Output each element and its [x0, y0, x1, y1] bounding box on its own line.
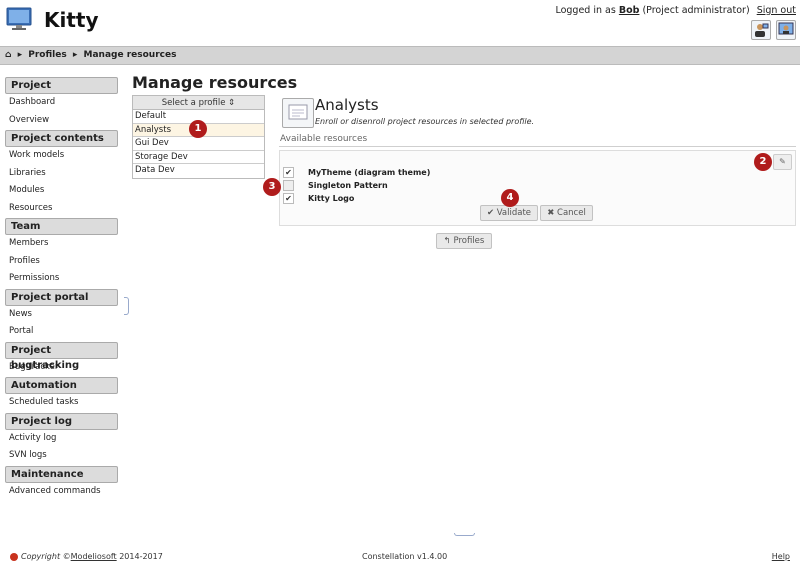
profiles-back-button[interactable]: ↰ Profiles: [436, 233, 492, 249]
validate-button[interactable]: ✔ Validate: [480, 205, 538, 221]
profile-item-storage-dev[interactable]: Storage Dev: [133, 151, 264, 165]
back-arrow-icon: ↰: [443, 236, 451, 246]
profile-description: Enroll or disenroll project resources in…: [315, 117, 535, 126]
sidebar-section-team[interactable]: Team: [5, 218, 118, 235]
sidebar-item-permissions[interactable]: Permissions: [5, 270, 118, 288]
sort-icon: ⇕: [228, 98, 236, 108]
page-title: Manage resources: [132, 73, 298, 92]
sidebar-item-activity-log[interactable]: Activity log: [5, 430, 118, 448]
cancel-button[interactable]: ✖ Cancel: [540, 205, 593, 221]
breadcrumb-profiles[interactable]: Profiles: [28, 50, 66, 60]
pencil-icon: ✎: [779, 157, 786, 166]
company-link[interactable]: Modeliosoft: [71, 552, 117, 561]
profile-item-gui-dev[interactable]: Gui Dev: [133, 137, 264, 151]
breadcrumb-separator: ▸: [17, 50, 23, 60]
sidebar-item-work-models[interactable]: Work models: [5, 147, 118, 165]
sidebar-section-automation[interactable]: Automation: [5, 377, 118, 394]
edit-button[interactable]: ✎: [773, 154, 792, 170]
step-marker-2: 2: [754, 153, 772, 171]
step-marker-3: 3: [263, 178, 281, 196]
available-resources-label: Available resources: [280, 134, 368, 144]
sidebar-section-project-bugtracking[interactable]: Project bugtracking: [5, 341, 118, 371]
profile-select-header[interactable]: Select a profile ⇕: [133, 96, 264, 110]
sidebar-item-dashboard[interactable]: Dashboard: [5, 94, 118, 112]
home-icon[interactable]: ⌂: [5, 50, 11, 60]
user-profile-button[interactable]: [776, 20, 796, 40]
sidebar-item-svn-logs[interactable]: SVN logs: [5, 447, 118, 465]
sidebar-section-project[interactable]: Project: [5, 77, 118, 94]
profile-icon: [282, 98, 314, 128]
footer: Copyright ©Modeliosoft 2014-2017 Constel…: [0, 551, 800, 564]
version-label: Constellation v1.4.00: [362, 552, 448, 561]
sidebar-item-news[interactable]: News: [5, 306, 118, 324]
step-marker-4: 4: [501, 189, 519, 207]
breadcrumb-separator: ▸: [72, 50, 78, 60]
resource-label: MyTheme (diagram theme): [308, 168, 431, 177]
divider: [279, 146, 796, 147]
sign-out-link[interactable]: Sign out: [757, 5, 796, 16]
user-name-link[interactable]: Bob: [619, 5, 640, 16]
sidebar-item-modules[interactable]: Modules: [5, 182, 118, 200]
user-role: (Project administrator): [642, 5, 750, 16]
sidebar-section-project-portal[interactable]: Project portal: [5, 288, 118, 306]
breadcrumb-current: Manage resources: [83, 50, 177, 60]
sidebar-item-scheduled-tasks[interactable]: Scheduled tasks: [5, 394, 118, 412]
close-icon: ✖: [547, 208, 555, 218]
check-icon: ✔: [486, 208, 495, 218]
profile-name: Analysts: [315, 96, 379, 114]
sidebar-section-maintenance[interactable]: Maintenance: [5, 465, 118, 483]
sidebar-item-resources[interactable]: Resources: [5, 200, 118, 218]
user-settings-button[interactable]: [751, 20, 771, 40]
step-marker-1: 1: [189, 120, 207, 138]
sidebar-item-portal[interactable]: Portal: [5, 323, 118, 341]
bottom-panel-handle[interactable]: [454, 533, 475, 536]
sidebar: Project Dashboard Overview Project conte…: [5, 76, 118, 500]
copyright: Copyright ©Modeliosoft 2014-2017: [21, 552, 163, 561]
profile-item-data-dev[interactable]: Data Dev: [133, 164, 264, 178]
sidebar-item-overview[interactable]: Overview: [5, 112, 118, 130]
sidebar-item-libraries[interactable]: Libraries: [5, 165, 118, 183]
logged-in-label: Logged in as: [555, 5, 616, 16]
resource-label: Singleton Pattern: [308, 181, 388, 190]
monitor-logo-icon: [6, 7, 32, 30]
sidebar-item-profiles[interactable]: Profiles: [5, 253, 118, 271]
resource-checkbox-kitty-logo[interactable]: ✔: [283, 193, 294, 204]
sidebar-collapse-handle[interactable]: [124, 297, 129, 315]
resource-label: Kitty Logo: [308, 194, 355, 203]
header: Kitty Logged in as Bob (Project administ…: [0, 0, 800, 46]
app-title: Kitty: [44, 8, 99, 32]
resource-checkbox-singleton[interactable]: [283, 180, 294, 191]
sidebar-section-project-contents[interactable]: Project contents: [5, 130, 118, 147]
user-admin-icon: [755, 23, 769, 37]
modeliosoft-logo-icon: [10, 553, 18, 561]
resource-checkbox-mytheme[interactable]: ✔: [283, 167, 294, 178]
sidebar-section-project-log[interactable]: Project log: [5, 412, 118, 430]
breadcrumb: ⌂ ▸ Profiles ▸ Manage resources: [0, 46, 800, 65]
sidebar-item-members[interactable]: Members: [5, 235, 118, 253]
user-info: Logged in as Bob (Project administrator)…: [555, 5, 796, 16]
help-link[interactable]: Help: [772, 552, 790, 561]
user-profile-icon: [778, 22, 794, 35]
sidebar-item-advanced-commands[interactable]: Advanced commands: [5, 483, 118, 501]
